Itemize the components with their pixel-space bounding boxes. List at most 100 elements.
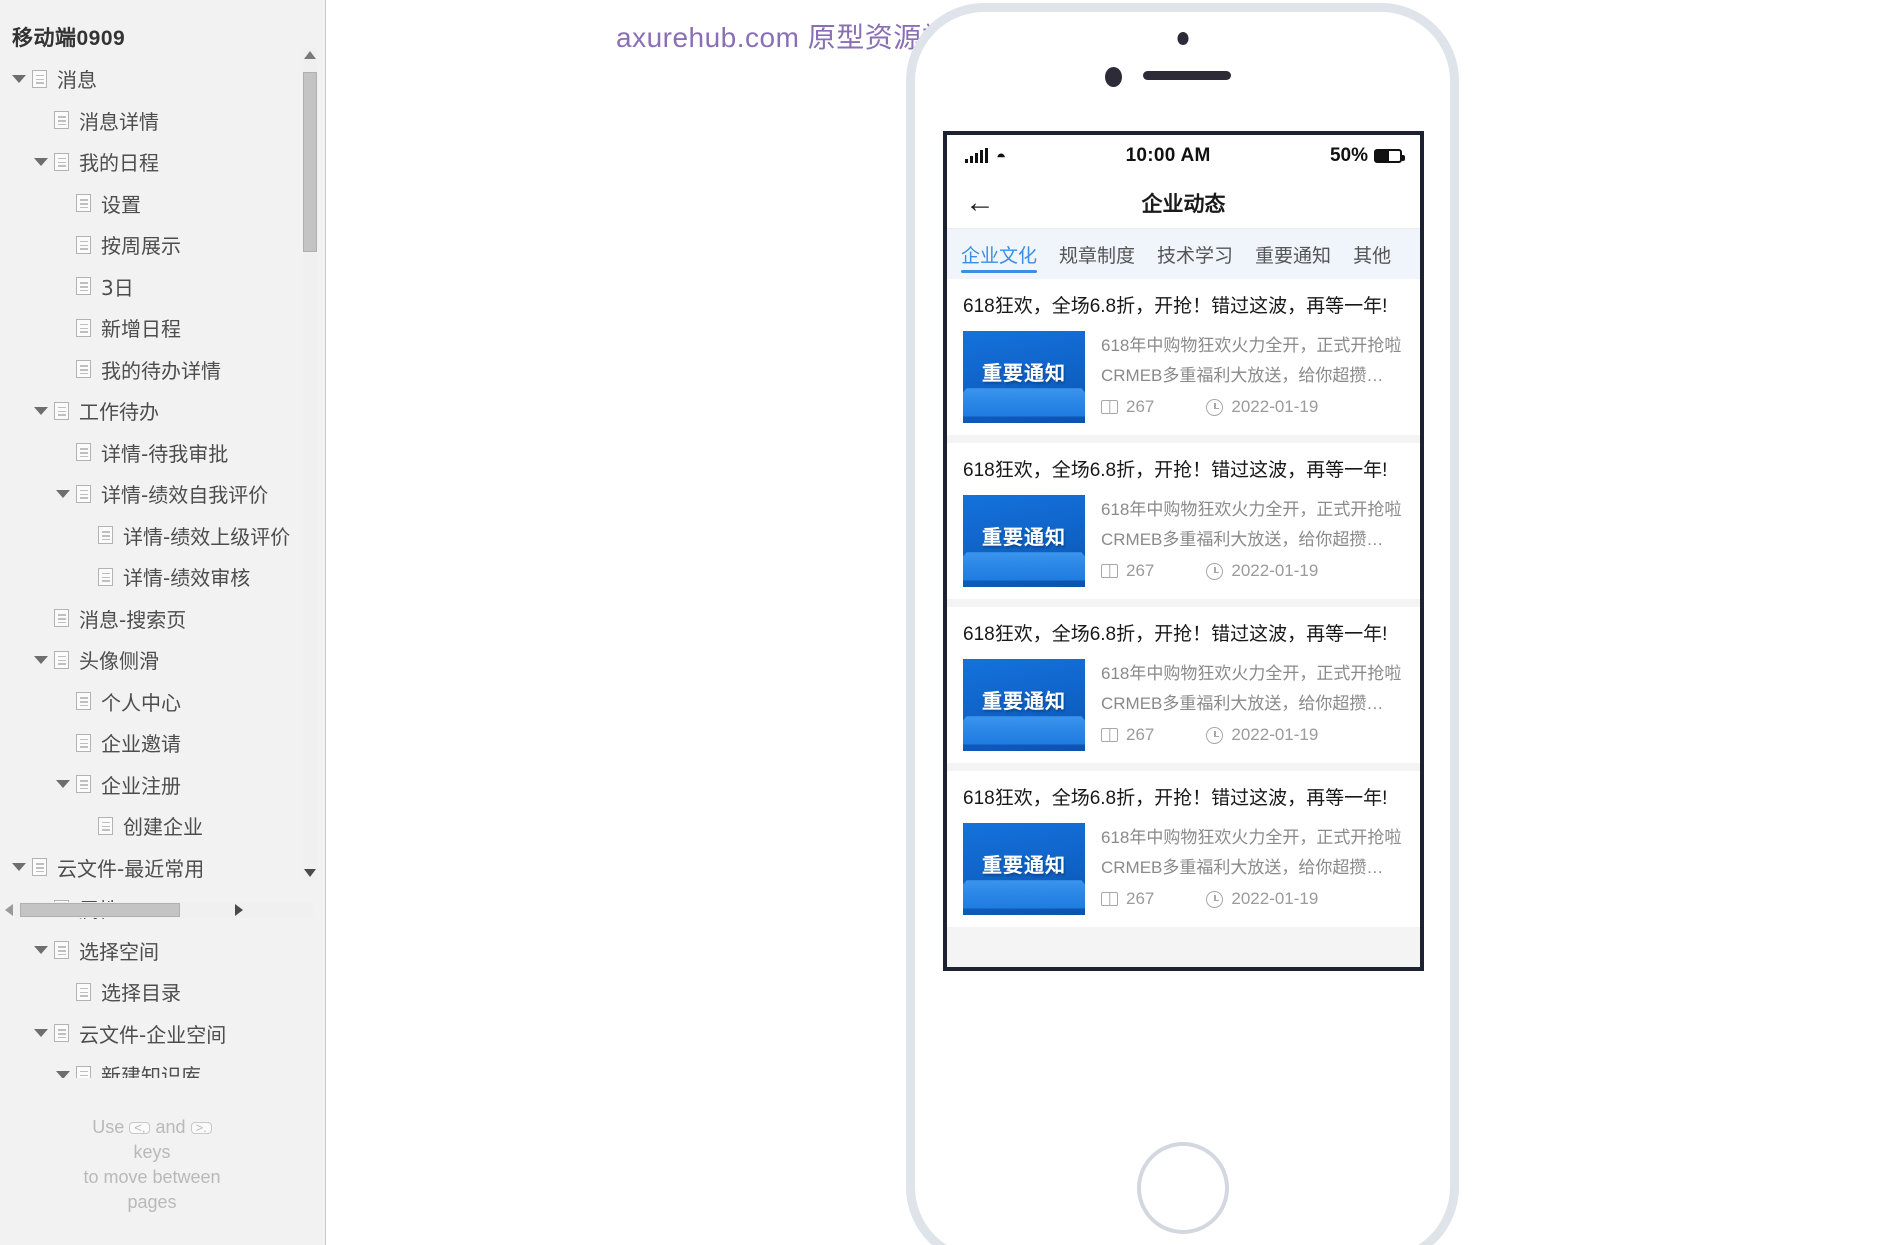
news-desc-line1: 618年中购物狂欢火力全开，正式开抢啦: [1101, 500, 1402, 519]
tree-item-label: 消息-搜索页: [79, 607, 187, 632]
news-list[interactable]: 618狂欢，全场6.8折，开抢！错过这波，再等一年! 重要通知 618年中购物狂欢火…: [947, 279, 1420, 967]
tree-expand-caret-icon[interactable]: [34, 655, 48, 664]
tree-item[interactable]: 新建知识库: [0, 1054, 304, 1078]
news-date: 2022-01-19: [1206, 889, 1318, 909]
tree-item[interactable]: 云文件-企业空间: [0, 1013, 304, 1055]
tree-item[interactable]: 详情-绩效自我评价: [0, 473, 304, 515]
news-title: 618狂欢，全场6.8折，开抢！错过这波，再等一年!: [963, 624, 1388, 645]
tree-expand-caret-icon[interactable]: [34, 157, 48, 166]
page-document-icon: [76, 1065, 91, 1078]
tree-expand-caret-icon[interactable]: [34, 406, 48, 415]
tab-1[interactable]: 企业文化: [961, 229, 1038, 279]
status-bar-right: 50%: [1329, 145, 1405, 167]
tree-item[interactable]: 选择空间: [0, 930, 304, 972]
tab-4[interactable]: 重要通知: [1255, 229, 1331, 279]
prev-page-key[interactable]: <,: [129, 1121, 151, 1135]
tree-item-label: 我的待办详情: [101, 358, 221, 383]
nav-bar: ← 企业动态: [947, 177, 1420, 229]
news-meta-row: 267 2022-01-19: [1101, 889, 1404, 909]
tree-item-label: 详情-待我审批: [101, 441, 229, 466]
tree-item-label: 头像侧滑: [79, 649, 159, 674]
page-tree[interactable]: 消息 消息详情我的日程设置 按周展示 3日新增日程我的待办详情工作待办详情-待我审批详…: [0, 58, 304, 1078]
help-use-label: Use: [92, 1117, 125, 1137]
battery-percent-label: 50%: [1329, 145, 1368, 166]
tree-expand-caret-icon[interactable]: [12, 863, 26, 872]
news-meta-row: 267 2022-01-19: [1101, 397, 1404, 417]
tab-5[interactable]: 其他: [1353, 229, 1391, 279]
page-document-icon: [76, 194, 91, 213]
news-title: 618狂欢，全场6.8折，开抢！错过这波，再等一年!: [963, 296, 1388, 317]
scroll-left-arrow-icon[interactable]: [2, 903, 16, 917]
news-date-text: 2022-01-19: [1231, 725, 1319, 744]
tree-item[interactable]: 个人中心: [0, 681, 304, 723]
tree-item[interactable]: 消息详情: [0, 100, 304, 142]
phone-home-button[interactable]: [1136, 1142, 1229, 1234]
scroll-up-arrow-icon[interactable]: [303, 48, 317, 62]
read-book-icon: [1101, 564, 1118, 578]
tree-item[interactable]: 消息-搜索页: [0, 598, 304, 640]
category-tab-bar[interactable]: 企业文化 规章制度 技术学习 重要通知 其他: [947, 229, 1420, 279]
site-watermark: axurehub.com 原型资源站: [616, 22, 951, 53]
tree-item[interactable]: 详情-待我审批: [0, 432, 304, 474]
next-page-key[interactable]: >.: [190, 1121, 212, 1135]
news-views: 267: [1101, 397, 1154, 417]
tree-item-label: 3日: [101, 275, 134, 300]
scroll-right-arrow-icon[interactable]: [232, 903, 246, 917]
help-keys-label: keys: [133, 1142, 171, 1162]
page-document-icon: [76, 775, 91, 794]
news-card[interactable]: 618狂欢，全场6.8折，开抢！错过这波，再等一年! 重要通知 618年中购物狂欢火…: [947, 771, 1420, 927]
tree-item[interactable]: 创建企业: [0, 805, 304, 847]
tree-item-label: 云文件-企业空间: [79, 1022, 227, 1047]
tree-expand-caret-icon[interactable]: [12, 74, 26, 83]
tree-item[interactable]: 工作待办: [0, 390, 304, 432]
news-desc-line2: CRMEB多重福利大放送，给你超攒…: [1101, 694, 1384, 713]
thumbnail-platform-shape: [963, 716, 1085, 745]
tree-item[interactable]: 按周展示: [0, 224, 304, 266]
news-date-text: 2022-01-19: [1231, 561, 1319, 580]
tree-item[interactable]: 消息: [0, 58, 304, 100]
tab-2[interactable]: 规章制度: [1059, 229, 1135, 279]
news-desc-line1: 618年中购物狂欢火力全开，正式开抢啦: [1101, 828, 1402, 847]
news-date: 2022-01-19: [1206, 397, 1318, 417]
sidebar-vertical-scrollbar-thumb[interactable]: [303, 72, 317, 252]
news-card[interactable]: 618狂欢，全场6.8折，开抢！错过这波，再等一年! 重要通知 618年中购物狂欢火…: [947, 443, 1420, 599]
tree-item[interactable]: 设置: [0, 183, 304, 225]
tree-item[interactable]: 3日: [0, 266, 304, 308]
tree-item[interactable]: 我的待办详情: [0, 349, 304, 391]
tab-3[interactable]: 技术学习: [1157, 229, 1233, 279]
tree-item[interactable]: 云文件-最近常用: [0, 847, 304, 889]
clock-icon: [1206, 890, 1224, 908]
tree-item-label: 选择目录: [101, 981, 181, 1006]
tree-expand-caret-icon[interactable]: [56, 1070, 70, 1078]
page-document-icon: [98, 816, 113, 835]
tree-item[interactable]: 企业邀请: [0, 722, 304, 764]
tree-expand-caret-icon[interactable]: [34, 946, 48, 955]
news-card[interactable]: 618狂欢，全场6.8折，开抢！错过这波，再等一年! 重要通知 618年中购物狂欢火…: [947, 279, 1420, 435]
news-date: 2022-01-19: [1206, 561, 1318, 581]
news-thumbnail: 重要通知: [963, 823, 1085, 915]
tree-item[interactable]: 详情-绩效上级评价: [0, 515, 304, 557]
news-thumbnail: 重要通知: [963, 659, 1085, 751]
tree-expand-caret-icon[interactable]: [56, 489, 70, 498]
tree-expand-caret-icon[interactable]: [56, 780, 70, 789]
tree-item[interactable]: 企业注册: [0, 764, 304, 806]
news-title: 618狂欢，全场6.8折，开抢！错过这波，再等一年!: [963, 460, 1388, 481]
tab-label: 企业文化: [961, 245, 1038, 267]
phone-mockup-frame: ◓ 10:00 AM 50% ← 企业动态 企业文化 规章制度 技术学习 重要通知 其他…: [906, 3, 1459, 1245]
back-arrow-icon[interactable]: ←: [965, 187, 995, 218]
tree-item[interactable]: 详情-绩效审核: [0, 556, 304, 598]
news-desc-line2: CRMEB多重福利大放送，给你超攒…: [1101, 858, 1384, 877]
tree-item-label: 我的日程: [79, 151, 159, 176]
news-card[interactable]: 618狂欢，全场6.8折，开抢！错过这波，再等一年! 重要通知 618年中购物狂欢火…: [947, 607, 1420, 763]
clock-icon: [1206, 726, 1224, 744]
news-views: 267: [1101, 561, 1154, 581]
scroll-down-arrow-icon[interactable]: [303, 866, 317, 880]
tree-item[interactable]: 新增日程: [0, 307, 304, 349]
sidebar-horizontal-scrollbar-thumb[interactable]: [20, 903, 180, 917]
tree-item[interactable]: 选择目录: [0, 971, 304, 1013]
tree-expand-caret-icon[interactable]: [34, 1029, 48, 1038]
tree-item[interactable]: 我的日程: [0, 141, 304, 183]
phone-camera-icon: [1177, 32, 1188, 45]
news-date-text: 2022-01-19: [1231, 397, 1319, 416]
tree-item[interactable]: 头像侧滑: [0, 639, 304, 681]
